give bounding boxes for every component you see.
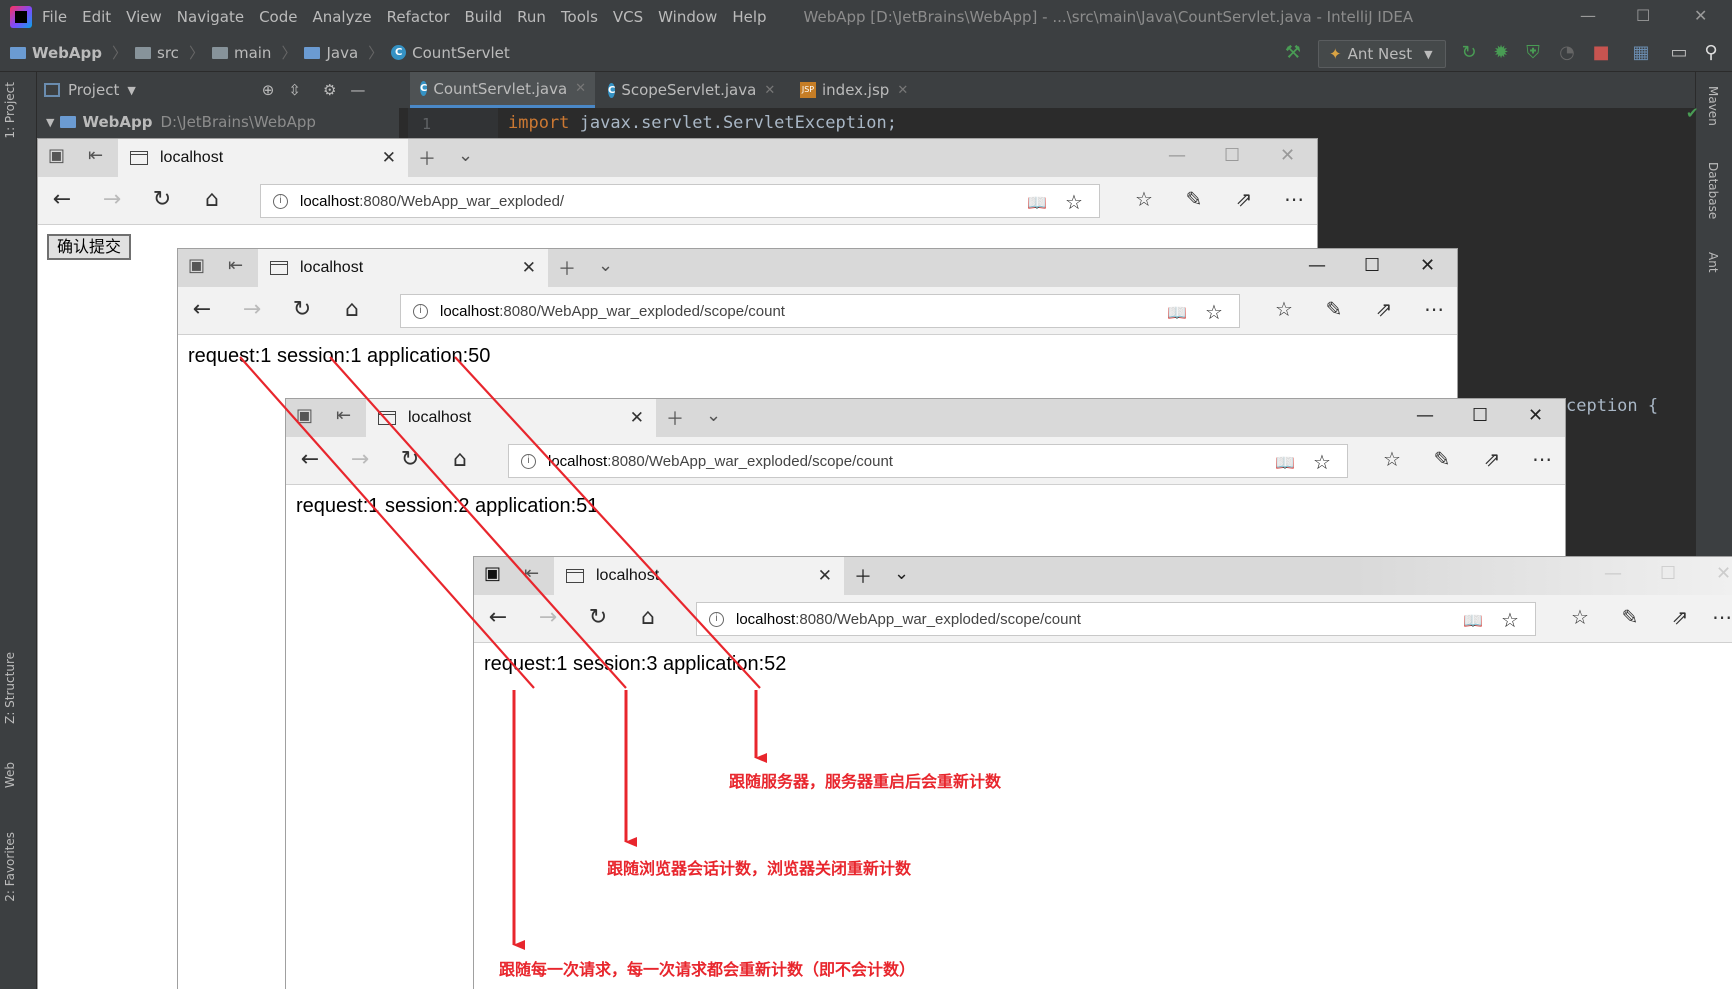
annotation-overlay bbox=[239, 356, 767, 950]
request-link-line bbox=[239, 356, 535, 689]
application-link-line bbox=[454, 356, 761, 689]
session-link-line bbox=[329, 356, 627, 689]
application-annotation: 跟随服务器，服务器重启后会重新计数 bbox=[729, 772, 1002, 791]
request-annotation: 跟随每一次请求，每一次请求都会重新计数（即不会计数） bbox=[499, 960, 916, 979]
session-annotation: 跟随浏览器会话计数，浏览器关闭重新计数 bbox=[607, 859, 912, 878]
